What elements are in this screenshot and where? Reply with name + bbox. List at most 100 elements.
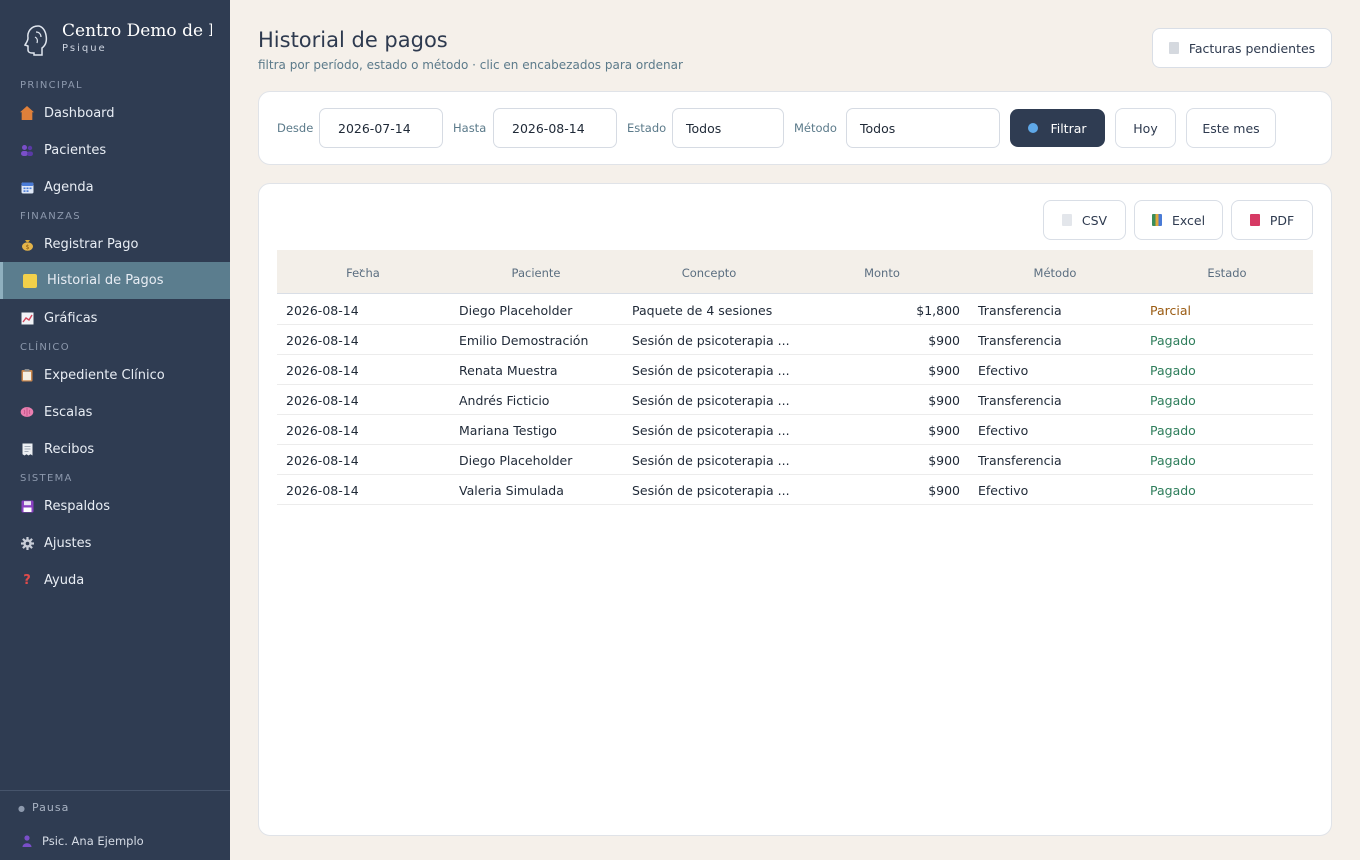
desde-label: Desde: [277, 121, 314, 135]
gear-icon: [20, 536, 34, 550]
sidebar-item-ayuda[interactable]: ? Ayuda: [0, 562, 230, 598]
cell-concepto: Sesión de psicoterapia ...: [632, 363, 790, 378]
cell-monto: $900: [928, 483, 960, 498]
hasta-date-input[interactable]: 2026-08-14: [493, 108, 617, 148]
status-badge: Pagado: [1150, 483, 1196, 498]
sidebar-item-escalas[interactable]: Escalas: [0, 394, 230, 430]
sidebar-item-respaldos[interactable]: Respaldos: [0, 488, 230, 524]
cell-concepto: Sesión de psicoterapia ...: [632, 483, 790, 498]
brand: Centro Demo de Psicología Psique: [20, 20, 220, 64]
desde-date-input[interactable]: 2026-07-14: [319, 108, 443, 148]
floppy-disk-icon: [20, 499, 34, 513]
section-label-sistema: SISTEMA: [20, 473, 73, 484]
question-icon: ?: [23, 572, 31, 588]
brand-title: Centro Demo de Psicología: [62, 21, 212, 41]
export-excel-button[interactable]: Excel: [1134, 200, 1223, 240]
cell-fecha: 2026-08-14: [286, 453, 359, 468]
receipt-icon: [20, 442, 34, 456]
sidebar-item-agenda[interactable]: Agenda: [0, 169, 230, 205]
status-badge: Parcial: [1150, 303, 1191, 318]
column-header-paciente[interactable]: Paciente: [450, 266, 622, 280]
cell-monto: $900: [928, 393, 960, 408]
notepad-icon: [23, 273, 37, 288]
sidebar-item-graficas[interactable]: Gráficas: [0, 300, 230, 336]
user-profile[interactable]: Psic. Ana Ejemplo: [22, 834, 144, 848]
metodo-select[interactable]: Todos: [846, 108, 1000, 148]
hasta-label: Hasta: [453, 121, 487, 135]
status-badge: Pagado: [1150, 453, 1196, 468]
cell-metodo: Transferencia: [978, 333, 1062, 348]
book-icon: [1249, 214, 1260, 226]
cell-monto: $900: [928, 363, 960, 378]
search-icon: [1028, 123, 1039, 133]
estado-select[interactable]: Todos: [672, 108, 784, 148]
status-badge: Pagado: [1150, 423, 1196, 438]
table-row[interactable]: 2026-08-14 Mariana Testigo Sesión de psico…: [277, 415, 1313, 445]
file-icon: [1061, 214, 1072, 226]
cell-paciente: Emilio Demostración: [459, 333, 589, 348]
estado-label: Estado: [627, 121, 667, 135]
sidebar-item-recibos[interactable]: Recibos: [0, 431, 230, 467]
cell-fecha: 2026-08-14: [286, 423, 359, 438]
cell-paciente: Andrés Ficticio: [459, 393, 550, 408]
column-header-concepto[interactable]: Concepto: [623, 266, 795, 280]
pending-invoices-button[interactable]: Facturas pendientes: [1152, 28, 1332, 68]
table-row[interactable]: 2026-08-14 Renata Muestra Sesión de psicot…: [277, 355, 1313, 385]
sidebar-item-label: Dashboard: [44, 105, 115, 121]
cell-concepto: Paquete de 4 sesiones: [632, 303, 773, 318]
sidebar-item-label: Agenda: [44, 179, 94, 195]
sidebar-item-ajustes[interactable]: Ajustes: [0, 525, 230, 561]
cell-metodo: Efectivo: [978, 363, 1029, 378]
metodo-label: Método: [794, 121, 837, 135]
pending-invoices-label: Facturas pendientes: [1188, 40, 1316, 56]
cell-metodo: Transferencia: [978, 453, 1062, 468]
bar-chart-icon: [1151, 214, 1162, 226]
cell-monto: $1,800: [916, 303, 960, 318]
people-icon: [20, 143, 34, 157]
calendar-icon: [20, 180, 34, 194]
user-name: Psic. Ana Ejemplo: [42, 834, 144, 848]
column-header-monto[interactable]: Monto: [796, 266, 968, 280]
table-row[interactable]: 2026-08-14 Diego Placeholder Paquete de 4 …: [277, 295, 1313, 325]
sidebar-item-registrar-pago[interactable]: $ Registrar Pago: [0, 226, 230, 262]
cell-concepto: Sesión de psicoterapia ...: [632, 453, 790, 468]
cell-concepto: Sesión de psicoterapia ...: [632, 423, 790, 438]
cell-fecha: 2026-08-14: [286, 303, 359, 318]
chart-icon: [20, 311, 34, 325]
sidebar-item-historial-de-pagos[interactable]: Historial de Pagos: [0, 262, 230, 299]
page-title: Historial de pagos: [258, 28, 448, 52]
sort-caret-icon: ⌄: [358, 264, 365, 273]
pause-toggle[interactable]: ● Pausa: [18, 801, 69, 814]
table-row[interactable]: 2026-08-14 Emilio Demostración Sesión de p…: [277, 325, 1313, 355]
dot-icon: ●: [18, 804, 26, 813]
today-button[interactable]: Hoy: [1115, 108, 1176, 148]
sidebar-item-label: Historial de Pagos: [47, 273, 164, 288]
column-header-estado[interactable]: Estado: [1141, 266, 1313, 280]
this-month-button[interactable]: Este mes: [1186, 108, 1276, 148]
sidebar-item-label: Ayuda: [44, 572, 85, 588]
table-row[interactable]: 2026-08-14 Diego Placeholder Sesión de psi…: [277, 445, 1313, 475]
sidebar-item-label: Recibos: [44, 441, 95, 457]
cell-metodo: Transferencia: [978, 303, 1062, 318]
cell-paciente: Renata Muestra: [459, 363, 558, 378]
brand-subtitle: Psique: [62, 43, 107, 54]
export-csv-button[interactable]: CSV: [1043, 200, 1126, 240]
sidebar-item-pacientes[interactable]: Pacientes: [0, 132, 230, 168]
cell-paciente: Diego Placeholder: [459, 303, 573, 318]
table-row[interactable]: 2026-08-14 Valeria Simulada Sesión de psic…: [277, 475, 1313, 505]
cell-metodo: Transferencia: [978, 393, 1062, 408]
export-pdf-label: PDF: [1269, 212, 1295, 228]
column-header-metodo[interactable]: Método: [969, 266, 1141, 280]
filter-button[interactable]: Filtrar: [1010, 109, 1105, 147]
svg-text:$: $: [25, 244, 29, 251]
column-header-fecha[interactable]: ⌄ Fecha: [277, 264, 449, 280]
sidebar-item-expediente-clinico[interactable]: Expediente Clínico: [0, 357, 230, 393]
cell-fecha: 2026-08-14: [286, 483, 359, 498]
cell-monto: $900: [928, 333, 960, 348]
sidebar: Centro Demo de Psicología Psique PRINCIP…: [0, 0, 230, 860]
section-label-principal: PRINCIPAL: [20, 80, 83, 91]
sidebar-item-dashboard[interactable]: Dashboard: [0, 95, 230, 131]
person-icon: [22, 835, 32, 847]
export-pdf-button[interactable]: PDF: [1231, 200, 1313, 240]
table-row[interactable]: 2026-08-14 Andrés Ficticio Sesión de psico…: [277, 385, 1313, 415]
